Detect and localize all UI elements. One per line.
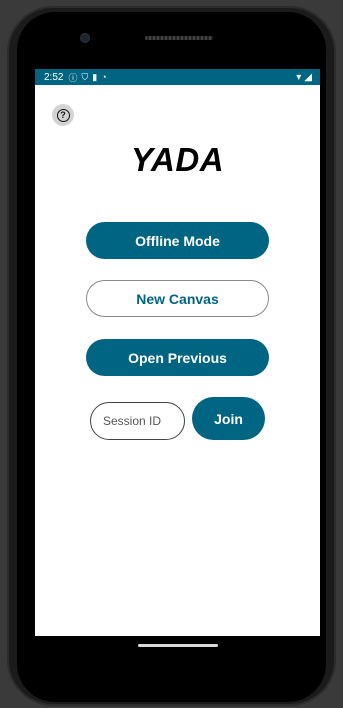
help-button[interactable]: ? <box>52 104 74 126</box>
earpiece-speaker <box>145 36 213 40</box>
info-icon: ⓘ <box>68 72 78 83</box>
new-canvas-button[interactable]: New Canvas <box>86 280 269 317</box>
help-icon: ? <box>56 108 70 122</box>
status-left: 2:52 ⓘ ⛉ ▮ ◔ <box>44 71 107 84</box>
session-id-input[interactable] <box>90 402 185 440</box>
sync-icon: ◔ <box>101 72 107 82</box>
app-screen: 2:52 ⓘ ⛉ ▮ ◔ ▾ ◢ ? YADA Offline Mode New… <box>35 69 320 636</box>
wifi-icon: ▾ <box>296 71 302 83</box>
offline-mode-button[interactable]: Offline Mode <box>86 222 269 259</box>
status-notification-icons: ⓘ ⛉ ▮ ◔ <box>68 71 106 84</box>
app-title: YADA <box>130 141 225 178</box>
sd-card-icon: ▮ <box>92 71 98 82</box>
status-bar: 2:52 ⓘ ⛉ ▮ ◔ ▾ ◢ <box>35 69 320 85</box>
status-right: ▾ ◢ <box>296 72 312 83</box>
shield-icon: ⛉ <box>81 71 89 82</box>
home-indicator[interactable] <box>138 644 218 647</box>
status-time: 2:52 <box>44 71 64 83</box>
open-previous-button[interactable]: Open Previous <box>86 339 269 376</box>
signal-icon: ◢ <box>304 71 312 83</box>
join-button[interactable]: Join <box>192 397 265 440</box>
front-camera <box>80 33 90 43</box>
